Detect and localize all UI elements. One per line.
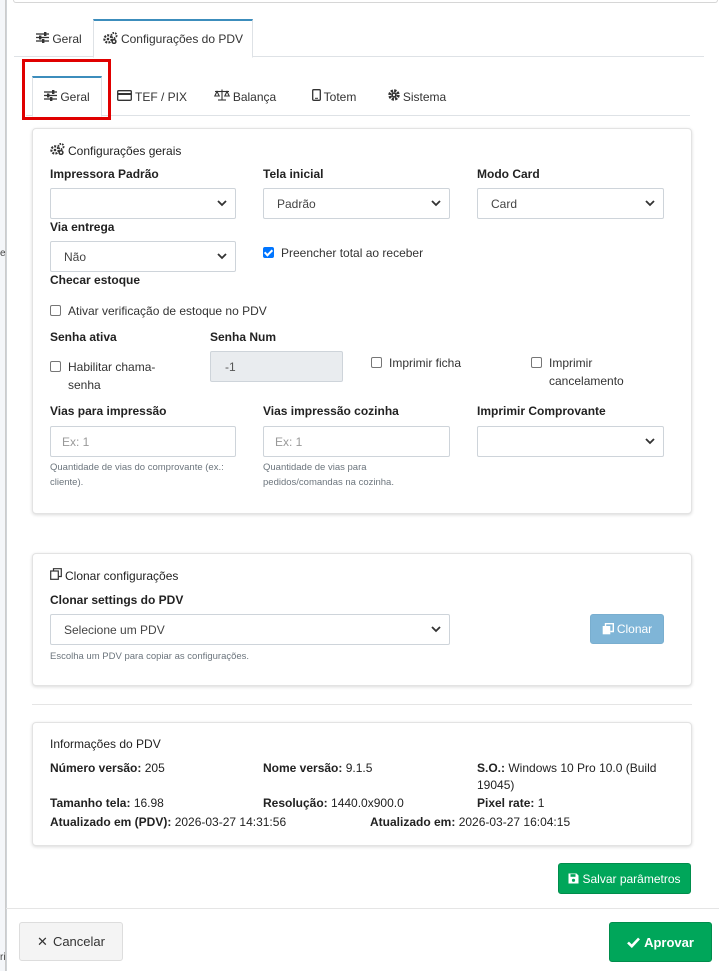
tab-label: Sistema [402,89,447,104]
check-icon [627,937,641,948]
checkbox-checked[interactable] [263,247,274,258]
credit-card-icon [117,89,132,104]
vias-cozinha-label: Vias impressão cozinha [263,404,399,418]
tab-totem[interactable]: Totem [306,76,362,117]
tab-label: Geral [52,31,82,46]
tela-inicial-label: Tela inicial [263,167,324,181]
approve-button[interactable]: Aprovar [609,922,712,962]
salvar-parametros-button[interactable]: Salvar parâmetros [558,863,691,894]
chevron-down-icon [431,200,441,207]
senha-num-label: Senha Num [210,330,277,344]
vias-impressao-help: Quantidade de vias do comprovante (ex.: c… [50,462,224,488]
modo-card-select[interactable]: Card [477,188,664,219]
sliders-icon [36,31,50,46]
footer-divider [6,908,719,909]
tela-inicial-select[interactable]: Padrão [263,188,450,219]
tab-configuracoes-pdv[interactable]: Configurações do PDV [93,19,253,58]
tab-label: Balança [232,89,277,104]
modo-card-label: Modo Card [477,167,540,181]
checar-estoque-label: Checar estoque [50,273,141,287]
background-text-fragment: e [0,248,6,259]
cogs-icon [103,31,118,47]
sistema-operacional: S.O.: Windows 10 Pro 10.0 (Build 19045) [477,761,657,792]
impressora-label: Impressora Padrão [50,167,159,181]
resolucao: Resolução: 1440.0x900.0 [263,796,404,810]
vias-cozinha-input[interactable]: Ex: 1 [263,426,450,457]
info-card-title: Informações do PDV [50,737,161,751]
atualizado-pdv: Atualizado em (PDV): 2026-03-27 14:31:56 [50,815,287,829]
tablet-icon [311,89,321,104]
tamanho-tela: Tamanho tela: 16.98 [50,796,164,810]
sliders-icon [44,90,58,104]
save-icon [568,873,579,884]
chevron-down-icon [645,200,655,207]
clone-icon [602,623,614,635]
senha-num-input[interactable]: -1 [210,351,343,382]
clonar-button[interactable]: Clonar [590,614,664,644]
imprimir-cancelamento-checkbox[interactable]: Imprimir cancelamento [531,354,624,390]
tab-label: Totem [323,89,357,104]
via-entrega-label: Via entrega [50,220,115,234]
chevron-down-icon [217,200,227,207]
tab-label: Configurações do PDV [120,32,244,46]
checkbox[interactable] [371,357,382,368]
nome-versao: Nome versão: 9.1.5 [263,761,373,775]
vias-impressao-input[interactable]: Ex: 1 [50,426,236,457]
imprimir-comprovante-label: Imprimir Comprovante [477,404,606,418]
imprimir-ficha-checkbox[interactable]: Imprimir ficha [371,354,461,372]
clone-card-title: Clonar configurações [50,568,178,583]
clone-help: Escolha um PDV para copiar as configuraç… [50,651,250,662]
checkbox[interactable] [50,305,61,316]
cancel-button[interactable]: ✕ Cancelar [19,922,123,961]
chevron-down-icon [431,626,441,633]
habilitar-chama-senha-checkbox[interactable]: Habilitar chama-senha [50,358,155,394]
background-text-fragment: ri [0,952,6,963]
senha-ativa-label: Senha ativa [50,330,117,344]
tab-label: TEF / PIX [134,89,187,104]
clone-pdv-select[interactable]: Selecione um PDV [50,614,450,645]
vias-cozinha-help: Quantidade de vias para pedidos/comandas … [263,462,394,488]
numero-versao: Número versão: 205 [50,761,165,775]
main-tabs: Geral Configurações do PDV [14,19,704,58]
gear-icon [388,89,400,104]
tab-label: Geral [60,90,90,104]
chevron-down-icon [217,253,227,260]
vias-impressao-label: Vias para impressão [50,404,167,418]
impressora-select[interactable] [50,188,236,219]
modal-header-edge [13,0,718,3]
checkbox[interactable] [531,357,542,368]
atualizado-em: Atualizado em: 2026-03-27 16:04:15 [370,815,571,829]
config-card-title: Configurações gerais [50,143,181,158]
chevron-down-icon [645,438,655,445]
ativar-verificacao-checkbox[interactable]: Ativar verificação de estoque no PDV [50,302,267,320]
tab-geral-main[interactable]: Geral [24,19,94,58]
clone-icon [50,568,62,583]
via-entrega-select[interactable]: Não [50,241,236,272]
imprimir-comprovante-select[interactable] [477,426,664,457]
clone-label: Clonar settings do PDV [50,593,184,607]
sub-tabs: Geral TEF / PIX Balança Totem Sistema [26,76,690,117]
tab-geral[interactable]: Geral [32,76,102,117]
pixel-rate: Pixel rate: 1 [477,796,545,810]
cogs-icon [50,143,65,158]
close-icon: ✕ [37,933,48,949]
tab-balanca[interactable]: Balança [210,76,280,117]
divider [32,704,692,705]
tab-sistema[interactable]: Sistema [382,76,452,117]
preencher-total-checkbox[interactable]: Preencher total ao receber [263,244,423,262]
balance-scale-icon [213,89,230,104]
checkbox[interactable] [50,361,61,372]
tab-tef-pix[interactable]: TEF / PIX [112,76,192,117]
